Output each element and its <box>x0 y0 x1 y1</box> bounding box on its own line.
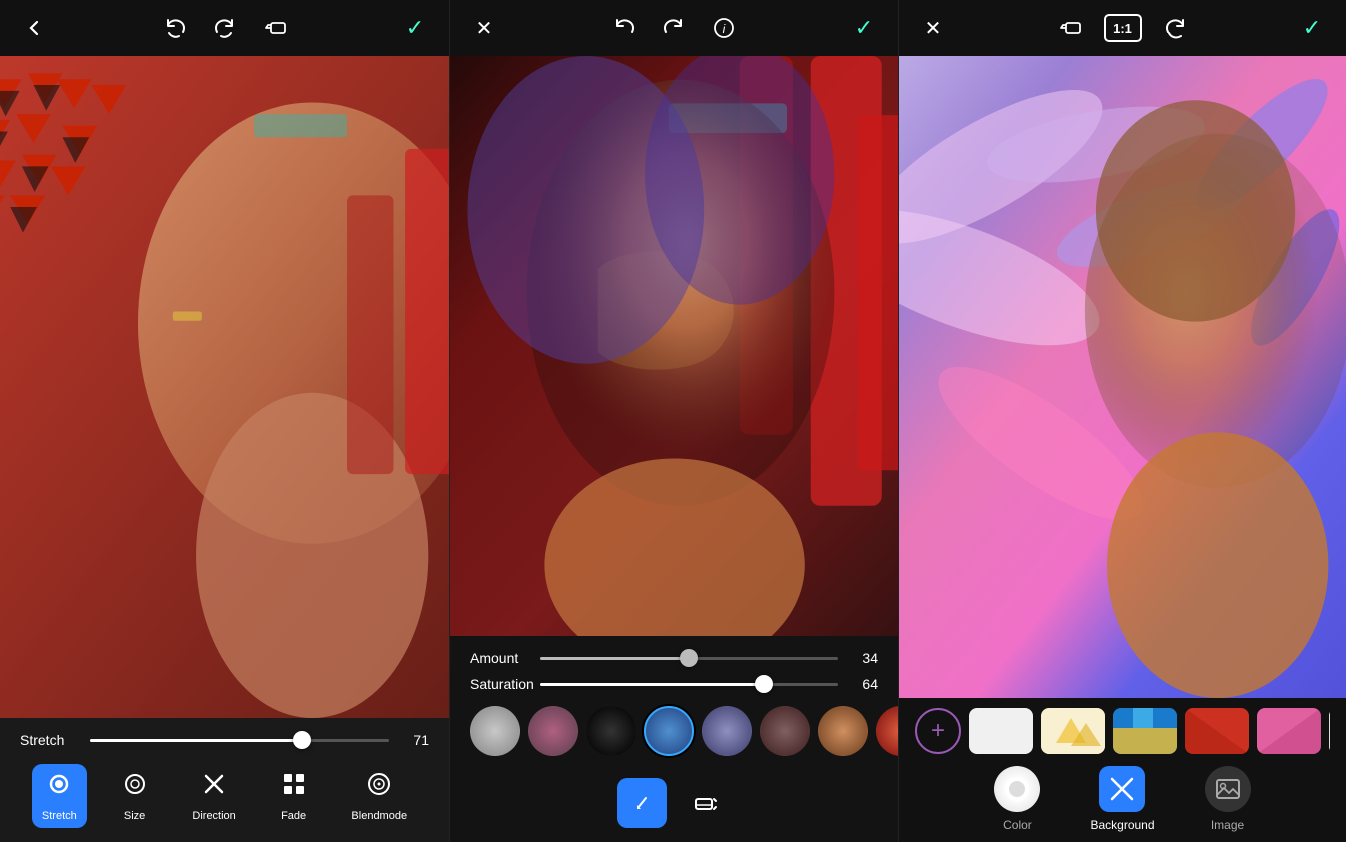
close-button-2[interactable]: ✕ <box>468 12 500 44</box>
color-option-icon <box>994 766 1040 812</box>
eraser-button-3[interactable] <box>1054 12 1086 44</box>
eraser-button[interactable] <box>259 12 291 44</box>
stretch-fill <box>90 739 302 742</box>
topbar-center-icons <box>159 12 291 44</box>
tool-blendmode[interactable]: Blendmode <box>341 764 417 828</box>
amount-label: Amount <box>470 650 528 666</box>
stretch-tool-label: Stretch <box>42 810 77 822</box>
option-image[interactable]: Image <box>1205 766 1251 832</box>
thumb-white[interactable] <box>969 708 1033 754</box>
brush-eraser[interactable] <box>681 778 731 828</box>
amount-value: 34 <box>850 650 878 666</box>
tool-fade[interactable]: Fade <box>270 764 318 828</box>
tool-stretch[interactable]: Stretch <box>32 764 87 828</box>
color-option-label: Color <box>1003 818 1032 832</box>
option-color[interactable]: Color <box>994 766 1040 832</box>
swatch-4[interactable] <box>644 706 694 756</box>
image-option-icon <box>1205 766 1251 812</box>
fade-icon <box>280 770 308 805</box>
topbar-2: ✕ i ✓ <box>450 0 898 56</box>
image-option-label: Image <box>1211 818 1244 832</box>
swatch-5[interactable] <box>702 706 752 756</box>
ratio-button[interactable]: 1:1 <box>1104 14 1142 42</box>
saturation-slider-row[interactable]: Saturation 64 <box>470 676 878 692</box>
refresh-button[interactable] <box>1160 12 1192 44</box>
panel-stretch: ✓ <box>0 0 449 842</box>
stretch-label: Stretch <box>20 732 78 748</box>
saturation-value: 64 <box>850 676 878 692</box>
back-button[interactable] <box>18 12 50 44</box>
saturation-thumb[interactable] <box>755 675 773 693</box>
size-icon <box>121 770 149 805</box>
ratio-label: 1:1 <box>1113 21 1132 36</box>
amount-fill <box>540 657 689 660</box>
swatch-1[interactable] <box>470 706 520 756</box>
stretch-icon <box>45 770 73 805</box>
panel-background: ✕ 1:1 ✓ <box>898 0 1346 842</box>
swatch-6[interactable] <box>760 706 810 756</box>
amount-thumb[interactable] <box>680 649 698 667</box>
tool-direction[interactable]: Direction <box>182 764 245 828</box>
bottom-controls-2: Amount 34 Saturation 64 <box>450 636 898 842</box>
confirm-button-3[interactable]: ✓ <box>1296 12 1328 44</box>
info-button[interactable]: i <box>708 12 740 44</box>
option-background[interactable]: Background <box>1090 766 1154 832</box>
saturation-track[interactable] <box>540 683 838 686</box>
amount-track[interactable] <box>540 657 838 660</box>
confirm-button[interactable]: ✓ <box>399 12 431 44</box>
redo-button-2[interactable] <box>658 12 690 44</box>
undo-button[interactable] <box>159 12 191 44</box>
background-option-icon <box>1099 766 1145 812</box>
thumb-triangle[interactable] <box>1329 708 1330 754</box>
panel-color: ✕ i ✓ <box>449 0 898 842</box>
swatch-7[interactable] <box>818 706 868 756</box>
confirm-button-2[interactable]: ✓ <box>848 12 880 44</box>
swatch-3[interactable] <box>586 706 636 756</box>
topbar-1: ✓ <box>0 0 449 56</box>
blendmode-icon <box>365 770 393 805</box>
swatch-8[interactable] <box>876 706 898 756</box>
image-canvas-3[interactable] <box>899 56 1346 698</box>
close-button-3[interactable]: ✕ <box>917 12 949 44</box>
thumbnail-row: + <box>915 708 1330 754</box>
topbar-3-center: 1:1 <box>1054 12 1192 44</box>
amount-slider-row[interactable]: Amount 34 <box>470 650 878 666</box>
saturation-fill <box>540 683 764 686</box>
undo-button-2[interactable] <box>608 12 640 44</box>
thumb-red[interactable] <box>1185 708 1249 754</box>
bottom-controls-1: Stretch 71 Stretch <box>0 718 449 842</box>
fade-tool-label: Fade <box>281 810 306 822</box>
stretch-thumb[interactable] <box>293 731 311 749</box>
tool-bar-1: Stretch Size Direction <box>20 758 429 832</box>
svg-text:i: i <box>723 22 726 36</box>
bottom-controls-3: + <box>899 698 1346 842</box>
add-background-button[interactable]: + <box>915 708 961 754</box>
redo-button[interactable] <box>209 12 241 44</box>
topbar-2-center: i <box>608 12 740 44</box>
stretch-track[interactable] <box>90 739 389 742</box>
color-swatches <box>470 702 878 760</box>
stretch-slider-row[interactable]: Stretch 71 <box>20 732 429 748</box>
brush-tools <box>470 774 878 832</box>
bottom-options: Color Background <box>915 766 1330 832</box>
stretch-value: 71 <box>401 732 429 748</box>
tool-size[interactable]: Size <box>111 764 159 828</box>
thumb-pink[interactable] <box>1257 708 1321 754</box>
size-tool-label: Size <box>124 810 145 822</box>
brush-pencil[interactable] <box>617 778 667 828</box>
direction-icon <box>200 770 228 805</box>
thumb-blue[interactable] <box>1113 708 1177 754</box>
direction-tool-label: Direction <box>192 810 235 822</box>
saturation-label: Saturation <box>470 676 528 692</box>
swatch-2[interactable] <box>528 706 578 756</box>
thumb-yellow[interactable] <box>1041 708 1105 754</box>
blendmode-tool-label: Blendmode <box>351 810 407 822</box>
topbar-3: ✕ 1:1 ✓ <box>899 0 1346 56</box>
image-canvas-2[interactable] <box>450 56 898 636</box>
image-canvas-1[interactable] <box>0 56 449 718</box>
background-option-label: Background <box>1090 818 1154 832</box>
